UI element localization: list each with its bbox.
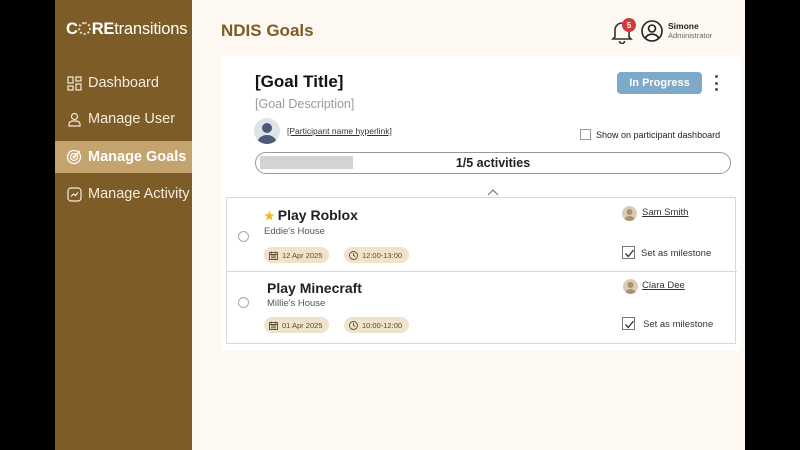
sidebar-item-label: Manage Goals xyxy=(88,149,187,165)
milestone-label: Set as milestone xyxy=(643,319,714,330)
status-button[interactable]: In Progress xyxy=(617,72,702,94)
activity-item[interactable]: ★ Play Roblox Eddie's House 12 Apr 2025 1… xyxy=(227,198,737,270)
goal-progress-bar: 1/5 activities xyxy=(255,152,731,174)
sidebar: C REtransitions Dashboard Manage User Man… xyxy=(55,0,192,450)
sidebar-item-dashboard[interactable]: Dashboard xyxy=(55,67,192,99)
target-icon xyxy=(66,149,82,165)
dashboard-icon xyxy=(66,75,82,91)
notification-badge: 5 xyxy=(622,18,636,32)
date-chip: 01 Apr 2025 xyxy=(264,317,330,333)
user-avatar-icon[interactable] xyxy=(641,20,663,42)
date-chip: 12 Apr 2025 xyxy=(264,247,330,263)
activity-radio[interactable] xyxy=(238,297,249,308)
assignee-avatar xyxy=(623,279,638,294)
sidebar-item-label: Dashboard xyxy=(88,75,159,91)
star-icon: ★ xyxy=(264,209,275,223)
sidebar-item-manage-activity[interactable]: Manage Activity xyxy=(55,178,192,210)
calendar-icon xyxy=(269,251,278,260)
activity-location: Millie's House xyxy=(267,298,326,309)
user-icon xyxy=(66,111,82,127)
clock-icon xyxy=(349,250,358,260)
sidebar-item-label: Manage User xyxy=(88,111,176,127)
activity-title: ★ Play Roblox xyxy=(264,207,358,223)
activity-title: Play Minecraft xyxy=(267,280,362,296)
show-on-dashboard-label: Show on participant dashboard xyxy=(596,130,721,140)
page-title: NDIS Goals xyxy=(221,21,314,40)
core-transitions-logo: C REtransitions xyxy=(66,20,188,38)
calendar-icon xyxy=(269,321,278,330)
participant-avatar xyxy=(254,118,280,144)
goal-card: [Goal Title] [Goal Description] In Progr… xyxy=(221,56,741,351)
participant-name-link[interactable]: [Participant name hyperlink] xyxy=(287,126,392,136)
activity-location: Eddie's House xyxy=(264,226,325,237)
activity-icon xyxy=(66,186,82,202)
chevron-up-icon[interactable] xyxy=(487,183,499,196)
clock-icon xyxy=(349,320,358,330)
assignee-avatar xyxy=(622,206,637,221)
goal-description: [Goal Description] xyxy=(255,97,355,111)
app-window: C REtransitions Dashboard Manage User Man… xyxy=(55,0,745,450)
assignee-name-link[interactable]: Sam Smith xyxy=(642,207,688,218)
user-role: Administrator xyxy=(668,31,713,40)
user-name: Simone xyxy=(668,21,699,31)
milestone-checkbox[interactable] xyxy=(622,246,635,259)
milestone-checkbox[interactable] xyxy=(622,317,635,330)
activity-list: ★ Play Roblox Eddie's House 12 Apr 2025 1… xyxy=(226,197,737,344)
milestone-label: Set as milestone xyxy=(641,248,712,259)
sidebar-item-label: Manage Activity xyxy=(88,186,190,202)
logo-ring-icon xyxy=(78,22,92,35)
time-chip: 12:00-13:00 xyxy=(344,247,410,263)
more-options-icon[interactable] xyxy=(710,73,722,93)
sidebar-item-manage-user[interactable]: Manage User xyxy=(55,103,192,135)
sidebar-item-manage-goals[interactable]: Manage Goals xyxy=(55,141,192,173)
goal-title: [Goal Title] xyxy=(255,72,344,91)
assignee-name-link[interactable]: Clara Dee xyxy=(642,280,685,291)
activity-item[interactable]: Play Minecraft Millie's House 01 Apr 202… xyxy=(227,271,737,343)
progress-label: 1/5 activities xyxy=(455,156,531,170)
time-chip: 10:00-12:00 xyxy=(344,317,410,333)
activity-radio[interactable] xyxy=(238,231,249,242)
show-on-dashboard-checkbox[interactable] xyxy=(580,129,591,140)
